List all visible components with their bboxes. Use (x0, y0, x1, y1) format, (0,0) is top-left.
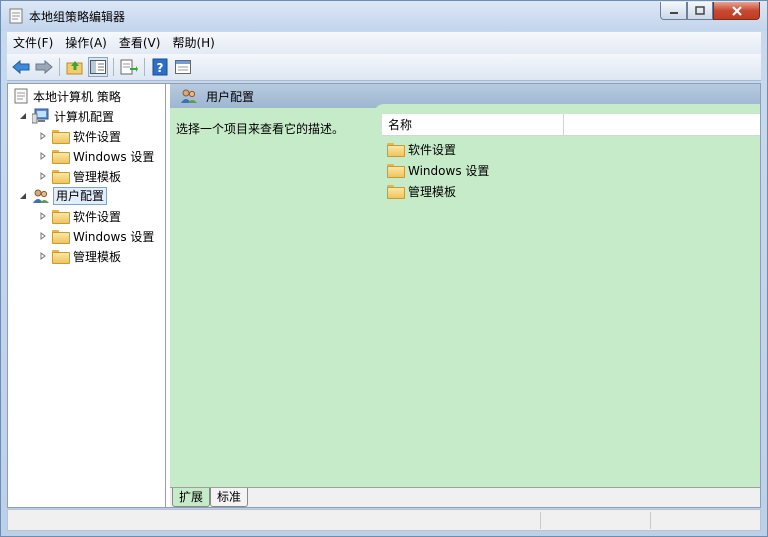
tree-item-computer-admin-templates[interactable]: 管理模板 (38, 166, 121, 186)
tree-label: 管理模板 (73, 249, 122, 264)
menu-help[interactable]: 帮助(H) (166, 33, 220, 53)
window-title: 本地组策略编辑器 (29, 10, 126, 24)
folder-icon (52, 150, 70, 164)
show-hide-tree-icon (90, 60, 106, 74)
toolbar-separator (144, 58, 145, 76)
title-bar[interactable]: 本地组策略编辑器 (1, 1, 767, 31)
policy-document-icon (14, 88, 28, 104)
tree-item-computer-software-settings[interactable]: 软件设置 (38, 126, 121, 146)
column-header-empty[interactable] (564, 114, 760, 136)
content-area: 本地计算机 策略 计算机配置 软件设置 Windows 设置 管理模板 用户配置… (7, 83, 761, 508)
menu-bar: 文件(F) 操作(A) 查看(V) 帮助(H) (7, 32, 761, 54)
tree-label: Windows 设置 (73, 229, 155, 244)
help-icon: ? (152, 58, 168, 76)
item-list-pane: 名称 软件设置 Windows 设置 管理模板 (374, 104, 760, 487)
collapse-arrow-icon[interactable] (18, 111, 28, 121)
folder-icon (52, 210, 70, 224)
tree-label: 计算机配置 (54, 109, 115, 124)
navigation-tree: 本地计算机 策略 计算机配置 软件设置 Windows 设置 管理模板 用户配置… (8, 84, 166, 507)
list-column-header: 名称 (382, 113, 760, 136)
collapse-arrow-icon[interactable] (18, 191, 28, 201)
tree-item-computer-windows-settings[interactable]: Windows 设置 (38, 146, 154, 166)
back-arrow-icon (12, 59, 30, 75)
view-tabs: 扩展 标准 (170, 487, 760, 507)
tree-label-selected: 用户配置 (53, 187, 108, 205)
details-pane: 用户配置 选择一个项目来查看它的描述。 名称 软件设置 Windows 设置 管… (170, 84, 760, 507)
tree-item-user-admin-templates[interactable]: 管理模板 (38, 246, 121, 266)
up-folder-button[interactable] (65, 57, 85, 77)
toolbar: ? (7, 54, 761, 81)
minimize-button[interactable] (660, 2, 687, 20)
menu-view[interactable]: 查看(V) (113, 33, 167, 53)
help-button[interactable]: ? (150, 57, 170, 77)
folder-icon (52, 170, 70, 184)
toolbar-separator (113, 58, 114, 76)
folder-icon (52, 230, 70, 244)
expand-arrow-icon[interactable] (38, 171, 48, 181)
show-hide-tree-button[interactable] (88, 57, 108, 77)
details-header-title: 用户配置 (206, 89, 255, 104)
export-list-icon (120, 59, 138, 75)
menu-action[interactable]: 操作(A) (59, 33, 113, 53)
list-item-label: 管理模板 (408, 184, 457, 199)
folder-icon (387, 143, 405, 157)
expand-arrow-icon[interactable] (38, 231, 48, 241)
list-item-label: 软件设置 (408, 142, 457, 157)
forward-arrow-icon (35, 59, 53, 75)
expand-arrow-icon[interactable] (38, 151, 48, 161)
tree-item-user-config[interactable]: 用户配置 (18, 186, 108, 206)
properties-button[interactable] (173, 57, 193, 77)
folder-icon (52, 130, 70, 144)
list-item[interactable]: 软件设置 (387, 139, 456, 159)
tree-label: 本地计算机 策略 (33, 89, 121, 104)
status-cell (540, 512, 650, 529)
tab-standard[interactable]: 标准 (210, 488, 249, 507)
policy-editor-icon (9, 8, 23, 24)
tree-label: Windows 设置 (73, 149, 155, 164)
tab-extended[interactable]: 扩展 (172, 488, 211, 507)
maximize-icon (695, 5, 705, 15)
forward-button[interactable] (34, 57, 54, 77)
tree-item-computer-config[interactable]: 计算机配置 (18, 106, 114, 126)
svg-text:?: ? (157, 61, 164, 75)
tree-label: 软件设置 (73, 129, 122, 144)
status-cell (650, 512, 760, 529)
maximize-button[interactable] (687, 2, 713, 20)
folder-icon (387, 185, 405, 199)
expand-arrow-icon[interactable] (38, 251, 48, 261)
tree-label: 软件设置 (73, 209, 122, 224)
tree-label: 管理模板 (73, 169, 122, 184)
list-item-label: Windows 设置 (408, 163, 490, 178)
tree-item-user-software-settings[interactable]: 软件设置 (38, 206, 121, 226)
folder-icon (387, 164, 405, 178)
up-folder-icon (66, 61, 83, 75)
toolbar-separator (59, 58, 60, 76)
tree-item-user-windows-settings[interactable]: Windows 设置 (38, 226, 154, 246)
close-button[interactable] (713, 2, 760, 20)
list-item[interactable]: Windows 设置 (387, 160, 489, 180)
status-bar (7, 509, 761, 531)
export-list-button[interactable] (119, 57, 139, 77)
users-icon (181, 89, 197, 103)
folder-icon (52, 250, 70, 264)
close-icon (731, 5, 742, 16)
users-icon (33, 189, 49, 203)
properties-icon (175, 60, 191, 74)
description-text: 选择一个项目来查看它的描述。 (176, 122, 345, 136)
expand-arrow-icon[interactable] (38, 211, 48, 221)
app-window: 本地组策略编辑器 文件(F) 操作(A) 查看(V) 帮助(H) ? 本地计算机… (0, 0, 768, 537)
computer-icon (32, 108, 49, 124)
minimize-icon (669, 11, 678, 14)
column-header-name[interactable]: 名称 (382, 113, 564, 136)
tree-item-local-policy[interactable]: 本地计算机 策略 (14, 86, 121, 106)
back-button[interactable] (11, 57, 31, 77)
expand-arrow-icon[interactable] (38, 131, 48, 141)
menu-file[interactable]: 文件(F) (7, 33, 59, 53)
list-item[interactable]: 管理模板 (387, 181, 456, 201)
